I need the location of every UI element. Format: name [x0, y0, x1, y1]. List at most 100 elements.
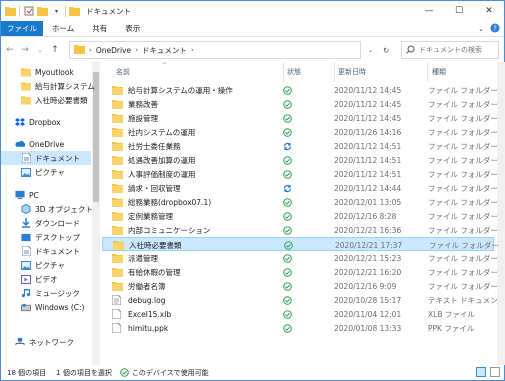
network-icon — [15, 337, 25, 347]
address-history-icon[interactable]: ⌄ — [368, 47, 373, 54]
folder-icon — [112, 99, 123, 109]
sidebar-item[interactable]: ネットワーク — [1, 335, 91, 349]
folder-row[interactable]: 施設管理 2020/11/12 14:45 ファイル フォルダー — [102, 111, 498, 125]
ribbon-tabs: ファイル ホーム 共有 表示 ⌄ ? — [1, 21, 504, 37]
folder-row[interactable]: 社労士委任業務 2020/11/12 14:51 ファイル フォルダー — [102, 139, 498, 153]
sidebar-item[interactable]: Myoutlook — [1, 65, 91, 79]
details-view-button[interactable] — [476, 367, 486, 377]
modified-date: 2020/10/28 15:17 — [334, 295, 402, 305]
folder-row[interactable]: 労働者名簿 2020/12/16 9:09 ファイル フォルダー — [102, 279, 498, 293]
name-cell: 社労士委任業務 — [112, 139, 282, 153]
file-row[interactable]: Excel15.xlb 2020/11/04 12:01 XLB ファイル — [102, 307, 494, 321]
cloud-folder-icon — [74, 44, 85, 56]
tab-view[interactable]: 表示 — [116, 21, 149, 36]
breadcrumb-documents[interactable]: ドキュメント — [142, 45, 187, 56]
large-icons-view-button[interactable] — [490, 367, 500, 377]
sidebar-item[interactable]: ダウンロード — [1, 216, 91, 230]
sidebar-item-label: デスクトップ — [35, 232, 80, 242]
sidebar-item[interactable]: Dropbox — [1, 115, 91, 129]
sidebar-item[interactable]: ピクチャ — [1, 165, 91, 179]
search-box[interactable]: ドキュメントの検索 — [401, 41, 499, 59]
sidebar-item[interactable]: Windows (C:) — [1, 300, 91, 314]
folder-row[interactable]: 有給休暇の管理 2020/12/21 16:20 ファイル フォルダー — [102, 265, 498, 279]
forward-arrow-icon[interactable]: → — [19, 42, 31, 58]
customize-toolbar-icon[interactable]: ▾ — [51, 6, 62, 17]
file-list-scrollbar[interactable] — [497, 62, 505, 365]
sidebar-item[interactable]: デスクトップ — [1, 230, 91, 244]
videos-icon — [21, 274, 31, 284]
column-header-type[interactable]: 種類 — [428, 62, 498, 82]
item-type: ファイル フォルダー — [428, 113, 498, 123]
sidebar-item[interactable]: OneDrive — [1, 137, 91, 151]
sidebar-item[interactable]: ドキュメント — [1, 244, 91, 258]
folder-row[interactable]: 請求・回収管理 2020/11/12 14:44 ファイル フォルダー — [102, 181, 498, 195]
close-button[interactable]: ✕ — [474, 1, 504, 21]
tab-file[interactable]: ファイル — [1, 21, 43, 36]
sidebar-item[interactable]: 3D オブジェクト — [1, 202, 93, 216]
back-arrow-icon[interactable]: ← — [4, 42, 16, 58]
folder-row[interactable]: 社内システムの運用 2020/11/26 14:16 ファイル フォルダー — [102, 125, 498, 139]
minimize-button[interactable]: — — [414, 1, 444, 21]
folder-row[interactable]: 派遣管理 2020/12/21 15:23 ファイル フォルダー — [102, 251, 498, 265]
column-header-date[interactable]: 更新日時 — [334, 62, 428, 82]
refresh-icon[interactable]: ↻ — [383, 46, 389, 55]
column-header-name[interactable]: 名前 — [112, 62, 284, 82]
folder-row[interactable]: 内部コミュニケーション 2020/12/21 16:36 ファイル フォルダー — [102, 223, 498, 237]
folder-row[interactable]: 人事評価制度の運用 2020/11/12 14:51 ファイル フォルダー — [102, 167, 498, 181]
name-cell: 内部コミュニケーション — [112, 223, 282, 237]
modified-date: 2020/11/04 12:01 — [334, 309, 402, 319]
sidebar-item[interactable]: ビデオ — [1, 272, 91, 286]
folder-row[interactable]: 業務改善 2020/11/12 14:45 ファイル フォルダー — [102, 97, 498, 111]
folder-icon — [112, 281, 123, 291]
column-headers: 名前 状態 更新日時 種類 ^ — [102, 62, 504, 82]
breadcrumb-onedrive[interactable]: OneDrive — [96, 46, 131, 55]
recent-locations-icon[interactable]: ⌄ — [34, 42, 46, 58]
tab-home[interactable]: ホーム — [43, 21, 83, 36]
column-header-status[interactable]: 状態 — [283, 62, 335, 82]
sidebar-item[interactable]: 入社時必要書類 — [1, 93, 91, 107]
address-bar-controls: ⌄ ↻ — [368, 41, 389, 59]
folder-row[interactable]: 定例業務管理 2020/12/16 8:28 ファイル フォルダー — [102, 209, 498, 223]
modified-date: 2020/12/16 9:09 — [334, 281, 397, 291]
sidebar-item[interactable]: ピクチャ — [1, 258, 91, 272]
sidebar-item[interactable]: PC — [1, 188, 91, 202]
maximize-button[interactable]: ☐ — [444, 1, 474, 21]
folder-row[interactable]: 給与計算システムの運用・操作 2020/11/12 14:45 ファイル フォルダー — [102, 83, 498, 97]
explorer-folder-icon — [5, 6, 16, 17]
sidebar-item[interactable]: ミュージック — [1, 286, 91, 300]
tab-share[interactable]: 共有 — [83, 21, 116, 36]
view-switcher — [476, 367, 500, 377]
file-row[interactable]: himitu.ppk 2020/01/08 13:33 PPK ファイル — [102, 321, 494, 335]
name-cell: himitu.ppk — [112, 321, 282, 335]
sidebar-item-label: PC — [29, 190, 39, 200]
name-cell: 給与計算システムの運用・操作 — [112, 83, 282, 97]
file-row[interactable]: debug.log 2020/10/28 15:17 テキスト ドキュメント — [102, 293, 498, 307]
folder-row[interactable]: 総務業務(dropbox07.1) 2020/12/01 13:05 ファイル フォ… — [102, 195, 498, 209]
folder-row[interactable]: 入社時必要書類 2020/12/21 17:37 ファイル フォルダー — [102, 237, 499, 252]
sidebar-item-label: ドキュメント — [35, 246, 80, 256]
sidebar-item[interactable]: ドキュメント — [1, 151, 91, 165]
name-cell: 請求・回収管理 — [112, 181, 282, 195]
help-icon[interactable]: ? — [490, 23, 500, 35]
up-arrow-icon[interactable]: ↑ — [49, 42, 61, 58]
properties-icon[interactable] — [23, 6, 34, 17]
folder-row[interactable]: 処遇改善加算の運用 2020/11/12 14:51 ファイル フォルダー — [102, 153, 498, 167]
name-cell: 施設管理 — [112, 111, 282, 125]
item-type: ファイル フォルダー — [428, 267, 498, 277]
folder-icon — [21, 81, 31, 91]
address-bar[interactable]: › OneDrive › ドキュメント › — [69, 41, 361, 59]
sidebar-item-label: ピクチャ — [35, 167, 65, 177]
sidebar-scrollbar[interactable] — [92, 62, 100, 365]
expand-ribbon-icon[interactable]: ⌄ — [478, 25, 484, 33]
new-folder-icon[interactable] — [37, 6, 48, 17]
item-type: ファイル フォルダー — [428, 211, 498, 221]
sidebar-scroll-thumb[interactable] — [93, 72, 99, 202]
item-type: ファイル フォルダー — [428, 155, 498, 165]
item-name: himitu.ppk — [128, 323, 169, 333]
synced-check-icon — [284, 238, 329, 252]
synced-check-icon — [283, 195, 328, 209]
sidebar-item[interactable]: 給与計算システム — [1, 79, 95, 93]
name-cell: 入社時必要書類 — [113, 238, 283, 252]
item-name: 派遣管理 — [128, 253, 158, 263]
synced-check-icon — [283, 321, 328, 335]
